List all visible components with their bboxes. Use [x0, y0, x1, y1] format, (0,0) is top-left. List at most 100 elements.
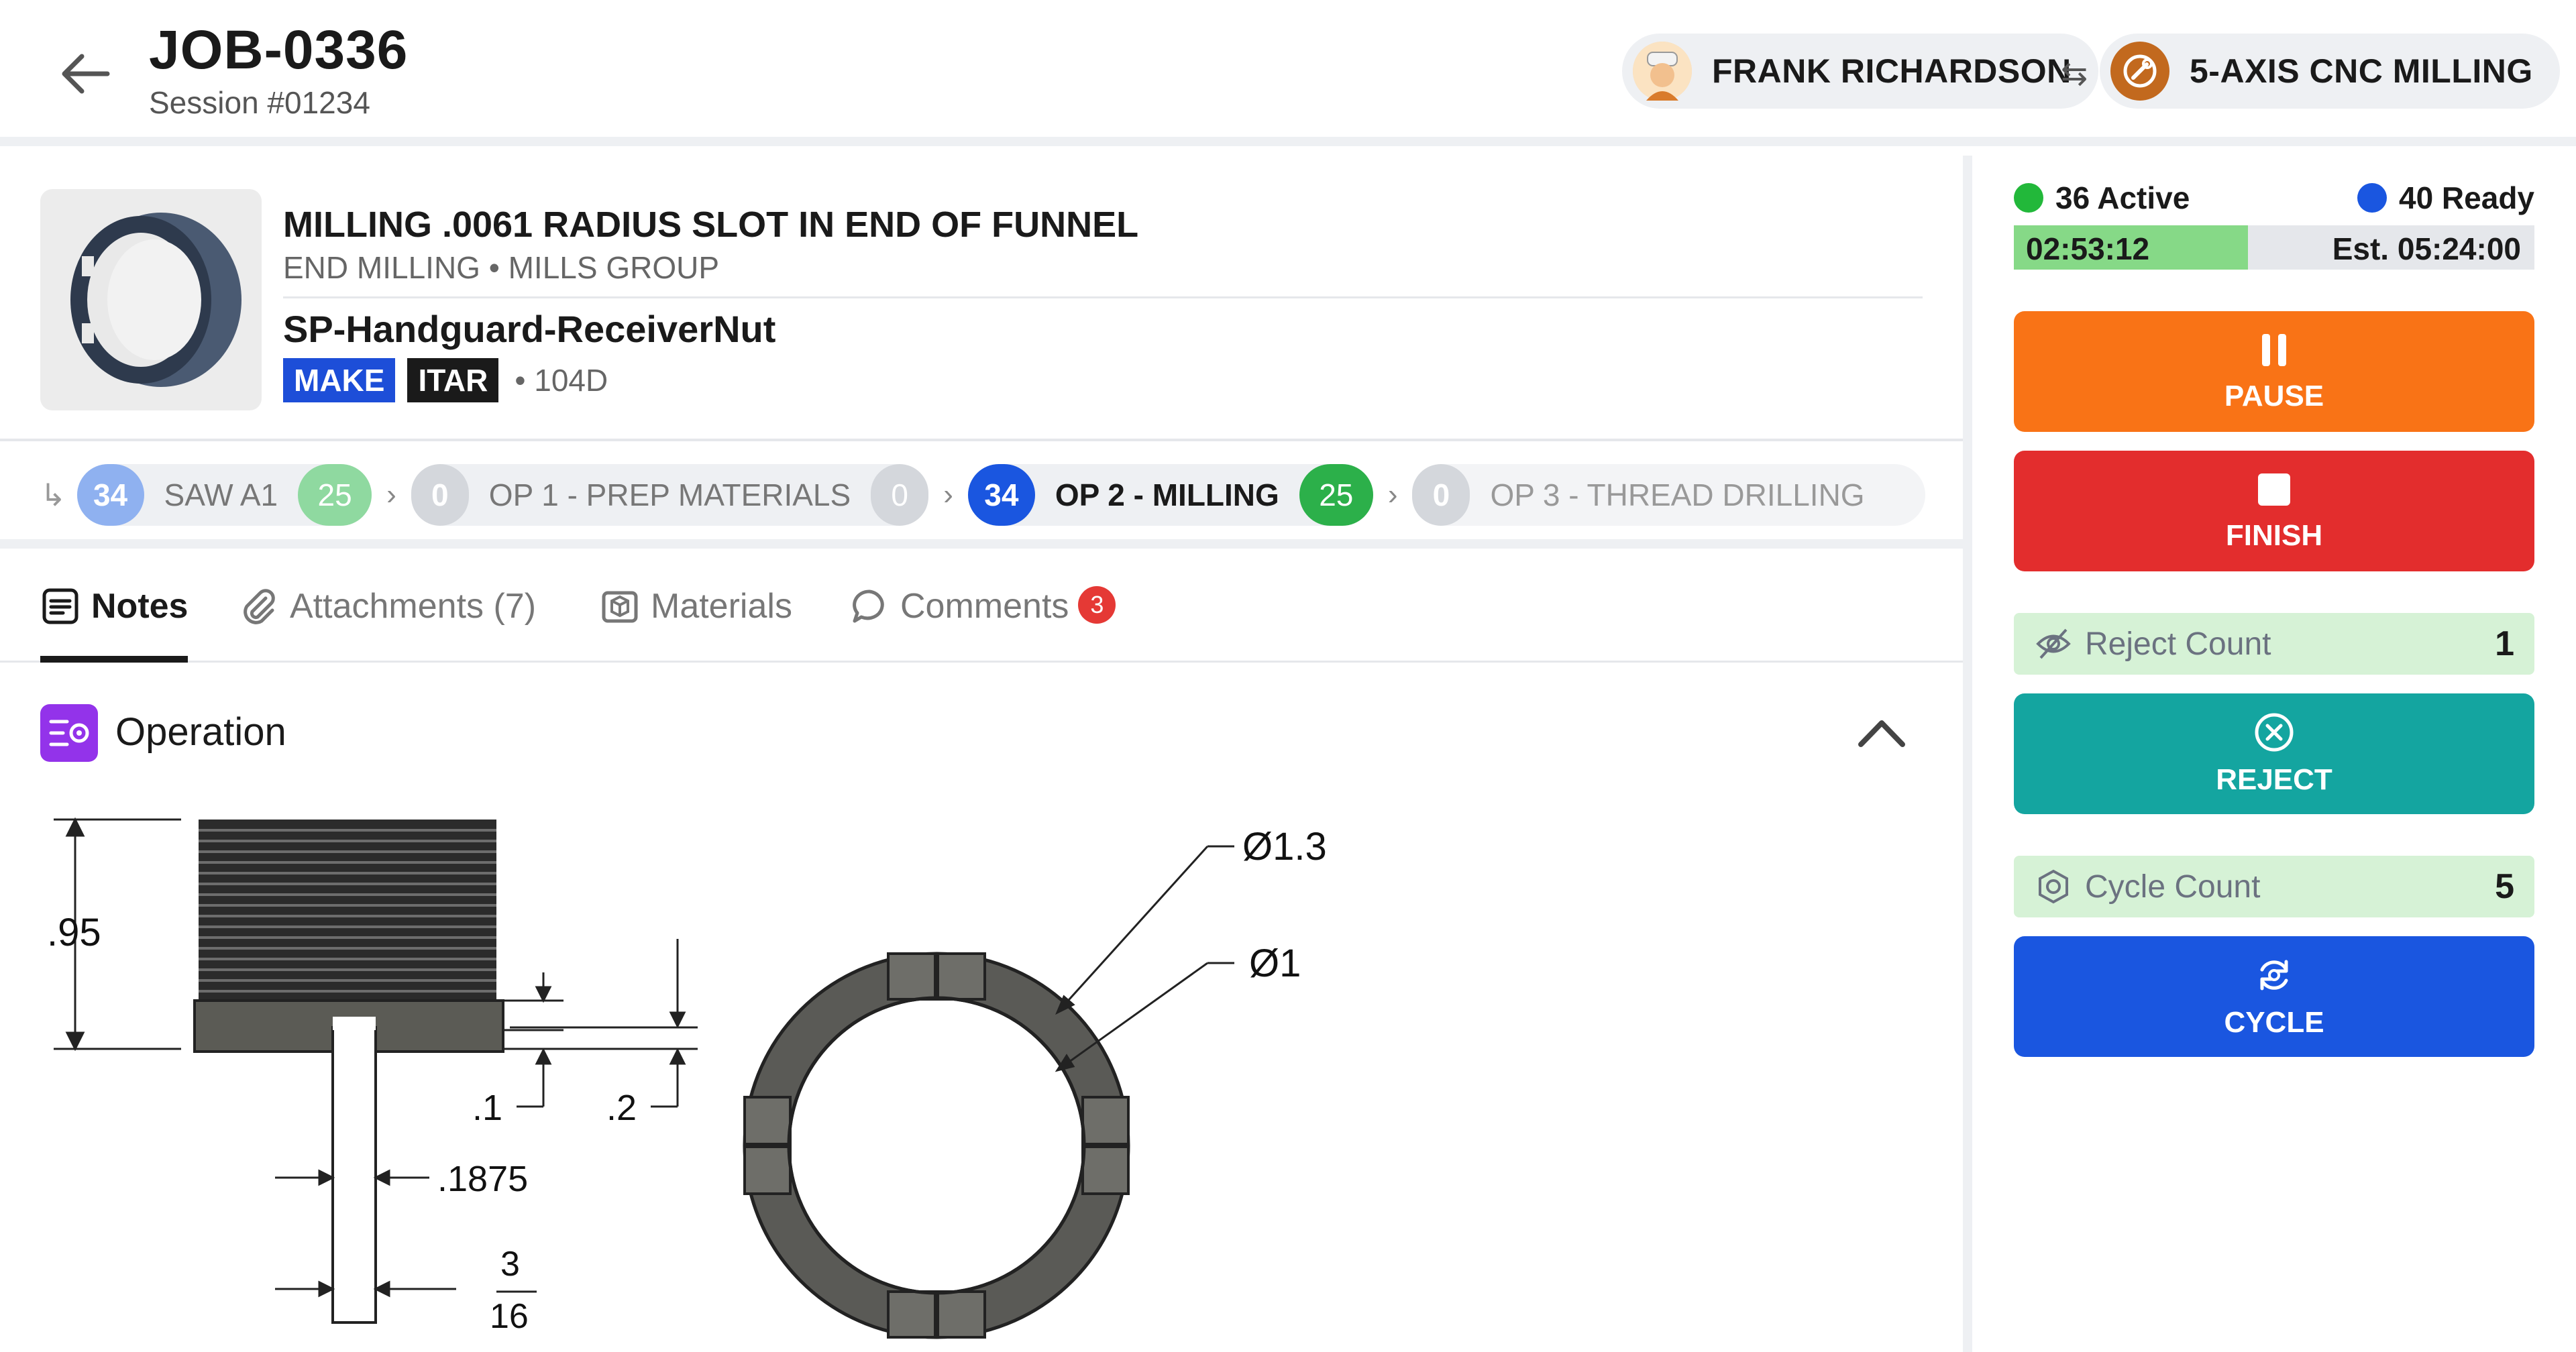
cycle-label: CYCLE	[2224, 1006, 2324, 1039]
operation-step[interactable]: 34 SAW A1 25	[76, 464, 372, 526]
operator-pill[interactable]: FRANK RICHARDSON	[1622, 34, 2098, 109]
session-label: Session #01234	[149, 85, 370, 120]
dim-inner-diameter: Ø1	[1249, 942, 1301, 985]
job-title: JOB-0336	[149, 19, 409, 80]
machine-name: 5-AXIS CNC MILLING	[2190, 52, 2533, 90]
operation-subtitle: END MILLING • MILLS GROUP	[283, 250, 720, 285]
op-count: 34	[76, 464, 144, 526]
estimated-time: Est. 05:24:00	[2332, 231, 2521, 266]
dim-fraction-denominator: 16	[490, 1297, 529, 1336]
ready-label: 40 Ready	[2398, 180, 2534, 215]
cycle-button[interactable]: CYCLE	[2014, 936, 2534, 1057]
machine-pill[interactable]: 5-AXIS CNC MILLING	[2100, 34, 2560, 109]
operation-section: Operation .95 .1 .2 .1875 3 16 Ø1.3 Ø1	[0, 664, 1963, 1352]
active-label: 36 Active	[2055, 180, 2190, 215]
op-name: SAW A1	[164, 477, 278, 512]
chevron-right-icon: ›	[943, 478, 953, 511]
tab-comments-label: Comments	[900, 587, 1069, 626]
stop-icon	[2258, 473, 2290, 506]
top-header: JOB-0336 Session #01234 FRANK RICHARDSON…	[0, 0, 2576, 146]
arrow-left-icon	[62, 54, 110, 94]
side-divider	[1963, 156, 1972, 1352]
paperclip-icon	[244, 589, 275, 624]
pause-label: PAUSE	[2224, 380, 2324, 412]
reject-button[interactable]: REJECT	[2014, 693, 2534, 814]
tab-materials-label: Materials	[651, 587, 792, 626]
hexagon-nut-icon	[2039, 869, 2068, 904]
tab-comments[interactable]: Comments 3	[849, 586, 1116, 663]
op-done-count: 0	[871, 464, 929, 526]
chevron-up-icon	[1858, 720, 1905, 747]
tab-materials[interactable]: Materials	[600, 586, 792, 663]
cycle-count: Cycle Count 5	[2014, 856, 2534, 917]
dim-height: .95	[47, 911, 101, 954]
part-drawing: .95 .1 .2 .1875 3 16 Ø1.3 Ø1	[47, 817, 1327, 1339]
op-name: OP 1 - PREP MATERIALS	[488, 477, 851, 512]
operation-section-title: Operation	[115, 710, 286, 754]
job-card: MILLING .0061 RADIUS SLOT IN END OF FUNN…	[0, 156, 1963, 441]
ready-dot	[2357, 183, 2387, 213]
dim-outer-diameter: Ø1.3	[1242, 825, 1327, 868]
reject-count-value: 1	[2495, 624, 2514, 663]
tab-notes[interactable]: Notes	[40, 586, 189, 663]
cycle-count-value: 5	[2495, 867, 2514, 906]
operations-bar: ↳ 34 SAW A1 25 › 0 OP 1 - PREP MATERIALS…	[0, 444, 1963, 549]
finish-label: FINISH	[2225, 519, 2323, 552]
control-panel: 36 Active 40 Ready 02:53:12 Est. 05:24:0…	[1972, 156, 2576, 1352]
ready-stat: 40 Ready	[2357, 180, 2534, 216]
op-name: OP 3 - THREAD DRILLING	[1490, 477, 1865, 512]
tag-row: MAKE ITAR • 104D	[283, 358, 608, 402]
tab-attachments[interactable]: Attachments (7)	[239, 586, 536, 663]
tab-attachments-label: Attachments (7)	[290, 587, 537, 626]
elapsed-time: 02:53:12	[2026, 231, 2150, 266]
reject-label: REJECT	[2216, 763, 2332, 796]
op-done-count: 25	[298, 464, 372, 526]
itar-tag: ITAR	[407, 358, 499, 402]
op-count: 0	[411, 464, 469, 526]
x-circle-icon	[2255, 713, 2294, 752]
comment-icon	[853, 589, 884, 623]
active-dot	[2014, 183, 2043, 213]
time-progress-bar: 02:53:12 Est. 05:24:00	[2014, 225, 2534, 270]
wrench-icon	[2123, 54, 2157, 88]
part-side-view	[193, 820, 504, 1324]
dim-offset: .2	[606, 1088, 637, 1128]
avatar	[1633, 42, 1692, 101]
machine-avatar	[2110, 42, 2169, 101]
pause-icon	[2262, 334, 2286, 366]
pause-button[interactable]: PAUSE	[2014, 311, 2534, 432]
chevron-right-icon: ›	[386, 478, 396, 511]
tab-bar: Notes Attachments (7) Materials Comments…	[0, 549, 1963, 663]
op-count: 0	[1412, 464, 1470, 526]
cycle-count-label: Cycle Count	[2085, 868, 2261, 905]
operation-step-current[interactable]: 34 OP 2 - MILLING 25	[967, 464, 1373, 526]
divider	[283, 296, 1923, 298]
op-done-count: 25	[1299, 464, 1373, 526]
comments-badge: 3	[1078, 586, 1116, 624]
dim-fraction-numerator: 3	[500, 1245, 520, 1284]
operator-name: FRANK RICHARDSON	[1712, 52, 2072, 90]
operation-step[interactable]: 0 OP 3 - THREAD DRILLING	[1412, 464, 1925, 526]
active-stat: 36 Active	[2014, 180, 2190, 216]
op-name: OP 2 - MILLING	[1055, 477, 1279, 512]
part-meta: • 104D	[515, 363, 608, 398]
materials-icon	[602, 591, 638, 623]
tab-notes-label: Notes	[91, 587, 189, 626]
op-count: 34	[967, 464, 1035, 526]
reject-count-label: Reject Count	[2085, 626, 2271, 662]
finish-button[interactable]: FINISH	[2014, 451, 2534, 571]
part-end-view	[743, 952, 1130, 1339]
dim-flange: .1	[472, 1088, 502, 1128]
operation-step[interactable]: 0 OP 1 - PREP MATERIALS 0	[411, 464, 929, 526]
make-tag: MAKE	[283, 358, 396, 402]
collapse-button[interactable]	[1851, 707, 1912, 760]
refresh-icon	[2260, 960, 2288, 991]
settings-list-icon	[40, 704, 98, 762]
notes-icon	[42, 588, 78, 624]
dim-slot: .1875	[437, 1159, 528, 1199]
part-name: SP-Handguard-ReceiverNut	[283, 308, 776, 350]
swap-icon[interactable]: ⇆	[2061, 55, 2088, 93]
back-button[interactable]	[55, 47, 115, 101]
part-thumbnail	[40, 189, 262, 410]
operation-title: MILLING .0061 RADIUS SLOT IN END OF FUNN…	[283, 205, 1139, 245]
